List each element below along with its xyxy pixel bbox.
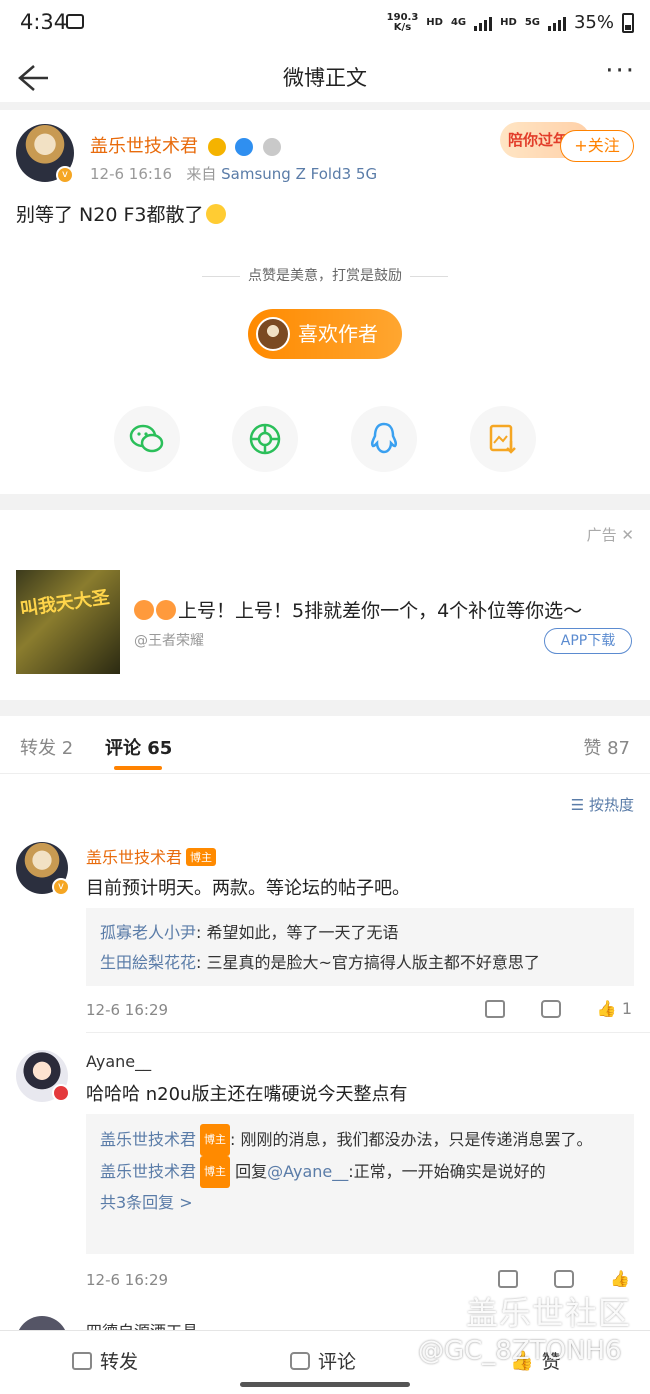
save-image-icon: [489, 424, 516, 454]
crown-medal-icon: [207, 138, 226, 156]
signal-icon: [474, 15, 493, 31]
blogger-badge: 博主: [186, 848, 217, 866]
reply-box[interactable]: 盖乐世技术君 博主: 刚刚的消息，我们都没办法，只是传递消息罢了。 盖乐世技术君博…: [86, 1114, 634, 1254]
author-mini-avatar: [256, 317, 290, 351]
reply-line: 孤寡老人小尹: 希望如此，等了一天了无语: [100, 923, 399, 942]
post-meta: 12-6 16:16 来自 Samsung Z Fold3 5G: [90, 165, 378, 183]
status-time: 4:34: [20, 10, 68, 34]
comment-author[interactable]: 盖乐世技术君 博主: [86, 844, 217, 868]
net-speed: 190.3 K/s: [386, 11, 419, 33]
ad-text: 上号！上号！5排就差你一个，4个补位等你选～: [134, 596, 582, 623]
signal-icon-2: [547, 15, 566, 31]
sort-button[interactable]: ☰ 按热度: [571, 794, 634, 815]
wechat-share-button[interactable]: [114, 406, 180, 472]
reply-line: 生田絵梨花花: 三星真的是脸大~官方搞得人版主都不好意思了: [100, 953, 540, 972]
tv-notification-icon: [66, 14, 84, 29]
repost-icon[interactable]: [484, 999, 505, 1018]
comment-author[interactable]: Ayane__: [86, 1052, 151, 1071]
post-source[interactable]: Samsung Z Fold3 5G: [221, 165, 377, 183]
thumbs-up-icon[interactable]: 👍: [610, 1269, 630, 1288]
reply-line: 盖乐世技术君 博主: 刚刚的消息，我们都没办法，只是传递消息罢了。: [100, 1124, 620, 1156]
5g-icon: 5G: [524, 17, 540, 28]
qq-share-button[interactable]: [351, 406, 417, 472]
thumbs-up-icon: 👍: [596, 999, 617, 1018]
follow-button[interactable]: +关注: [560, 130, 634, 162]
post-content: 别等了 N20 F3都散了: [16, 200, 226, 227]
ad-source: @王者荣耀: [134, 633, 204, 649]
divider: [86, 1032, 650, 1033]
nav-bar: 微博正文 ···: [0, 52, 650, 102]
comment-list: ☰ 按热度 v 盖乐世技术君 博主 目前预计明天。两款。等论坛的帖子吧。 孤寡老人…: [0, 774, 650, 1368]
home-indicator[interactable]: [240, 1382, 410, 1387]
comment-time: 12-6 16:29: [86, 1001, 169, 1019]
comment-actions: 👍 1: [484, 999, 632, 1018]
comment-actions: 👍: [498, 1269, 630, 1288]
tab-bar: 转发 2 评论 65 赞 87: [0, 716, 650, 774]
verified-badge-icon: v: [56, 166, 74, 184]
ad-label: 广告 ✕: [586, 526, 634, 544]
more-icon[interactable]: ···: [605, 56, 636, 86]
hd-icon-2: HD: [500, 17, 517, 28]
reward-hint: 点赞是美意，打赏是鼓励: [0, 265, 650, 285]
moments-share-button[interactable]: [232, 406, 298, 472]
comment-time: 12-6 16:29: [86, 1271, 169, 1289]
repost-icon[interactable]: [498, 1269, 519, 1288]
verified-badge-icon: v: [52, 878, 70, 896]
close-icon[interactable]: ✕: [621, 526, 634, 544]
ad-image[interactable]: 叫我天大圣: [16, 570, 120, 674]
like-author-button[interactable]: 喜欢作者: [248, 309, 402, 359]
status-right: 190.3 K/s HD 4G HD 5G 35%: [387, 12, 634, 33]
repost-icon: [72, 1351, 92, 1370]
reply-icon[interactable]: [554, 1269, 575, 1288]
ad-card[interactable]: 广告 ✕ 叫我天大圣 上号！上号！5排就差你一个，4个补位等你选～ @王者荣耀 …: [0, 510, 650, 700]
save-image-button[interactable]: [470, 406, 536, 472]
laugh-cry-emoji-icon: [205, 204, 226, 224]
moments-icon: [249, 423, 281, 455]
battery-icon: [622, 12, 634, 33]
weibo-post: v 盖乐世技术君 12-6 16:16 来自 Samsung Z Fold3 5…: [0, 110, 650, 494]
emoji-icon: [134, 600, 154, 620]
reply-icon[interactable]: [540, 999, 561, 1018]
reply-line: 盖乐世技术君 博主 回复@Ayane__:正常，一开始确实是说好的: [100, 1156, 620, 1188]
app-download-button[interactable]: APP下载: [544, 628, 632, 654]
qq-icon: [370, 422, 398, 454]
comment-button[interactable]: 评论: [290, 1347, 356, 1374]
status-bar: 4:34 190.3 K/s HD 4G HD 5G 35%: [0, 0, 650, 52]
hd-icon: HD: [426, 17, 443, 28]
reply-box[interactable]: 孤寡老人小尹: 希望如此，等了一天了无语 生田絵梨花花: 三星真的是脸大~官方搞…: [86, 908, 634, 986]
sort-icon: ☰: [570, 796, 585, 814]
more-replies-link[interactable]: 共3条回复 >: [100, 1188, 620, 1218]
page-title: 微博正文: [283, 66, 367, 90]
watermark-user: @GC_8ZTONH6: [418, 1336, 622, 1366]
wechat-icon: [129, 424, 164, 453]
tab-underline: [114, 766, 162, 770]
author-name[interactable]: 盖乐世技术君: [90, 132, 282, 158]
tab-comments[interactable]: 评论 65: [105, 734, 172, 760]
watermark-site: 盖乐世社区: [466, 1294, 632, 1332]
user-badge-icon: [52, 1084, 70, 1102]
4g-icon: 4G: [450, 17, 467, 28]
comment-text: 目前预计明天。两款。等论坛的帖子吧。: [86, 878, 410, 899]
comment-text: 哈哈哈 n20u版主还在嘴硬说今天整点有: [86, 1084, 408, 1105]
silver-medal-icon: [263, 138, 282, 156]
tab-repost[interactable]: 转发 2: [20, 734, 73, 760]
diamond-medal-icon: [235, 138, 254, 156]
tab-likes[interactable]: 赞 87: [583, 734, 630, 760]
comment-icon: [290, 1351, 310, 1370]
emoji-icon-2: [156, 600, 176, 620]
like-action[interactable]: 👍 1: [597, 999, 632, 1018]
battery-percent: 35%: [573, 12, 614, 33]
repost-button[interactable]: 转发: [72, 1347, 138, 1374]
